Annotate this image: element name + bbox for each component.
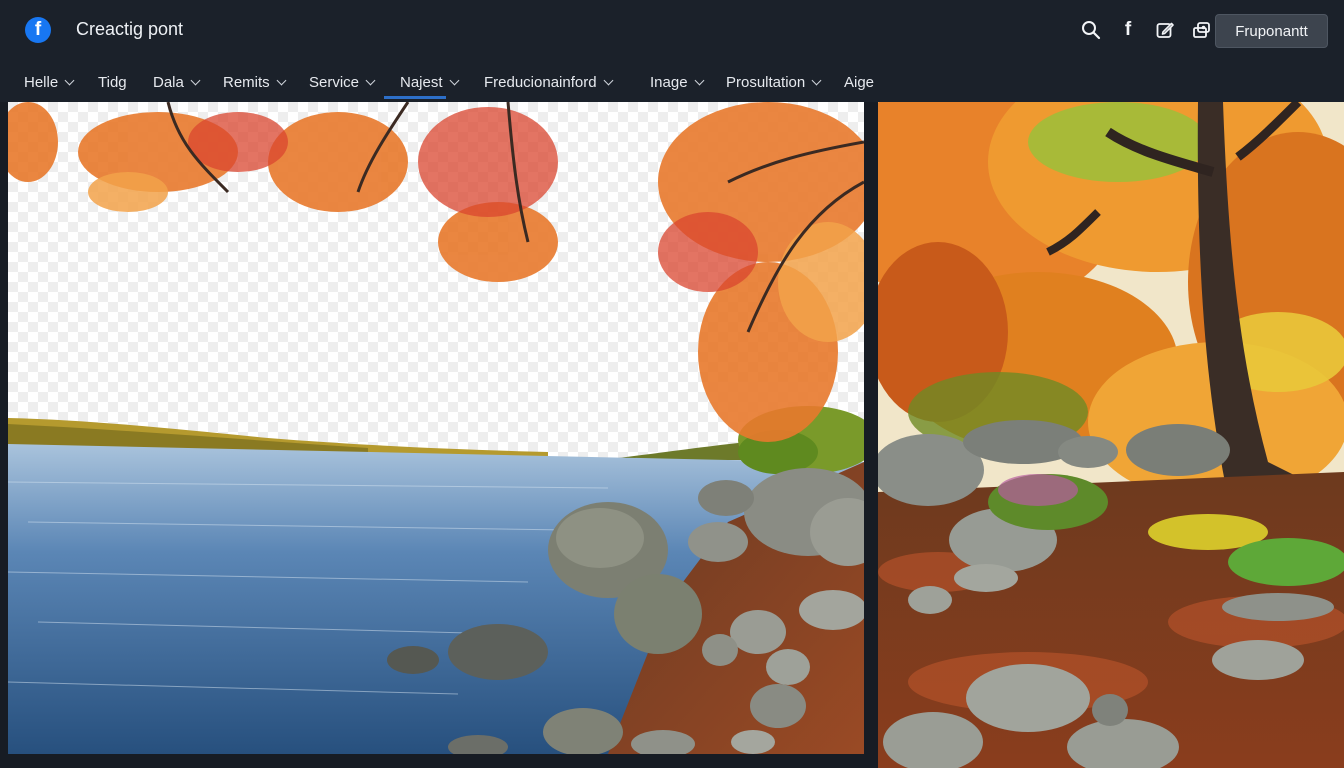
chevron-down-icon	[811, 75, 822, 85]
nav-label: Najest	[400, 73, 443, 91]
panel-divider	[864, 102, 878, 768]
nav-item-prosultation[interactable]: Prosultation	[726, 71, 822, 93]
nav-label: Prosultation	[726, 73, 806, 91]
nav-item-helle[interactable]: Helle	[24, 71, 75, 93]
nav-item-remits[interactable]: Remits	[223, 71, 287, 93]
nav-label: Dala	[153, 73, 184, 91]
active-tab-indicator	[384, 96, 446, 99]
nav-item-inage[interactable]: Inage	[650, 71, 704, 93]
image-panel-forest[interactable]	[878, 102, 1344, 768]
chevron-down-icon	[449, 75, 459, 85]
app-title: Creactig pont	[76, 19, 184, 39]
top-bar: f Creactig pont f Fruponantt	[0, 0, 1344, 60]
nav-item-tidg[interactable]: Tidg	[98, 71, 127, 93]
nav-item-dala[interactable]: Dala	[153, 71, 201, 93]
nav-label: Freducionainford	[484, 73, 597, 91]
chevron-down-icon	[64, 75, 75, 85]
bottom-strip	[0, 754, 878, 768]
chevron-down-icon	[190, 75, 201, 85]
chevron-down-icon	[276, 75, 287, 85]
chevron-down-icon	[603, 75, 614, 85]
search-icon[interactable]	[1079, 17, 1103, 43]
header-icons: f	[1079, 17, 1214, 43]
nav-label: Tidg	[98, 73, 127, 91]
main-nav: Helle Tidg Dala Remits Service Najest Fr…	[0, 60, 1344, 102]
facebook-icon[interactable]: f	[1116, 17, 1140, 43]
edit-icon[interactable]	[1153, 17, 1177, 43]
nav-item-najest[interactable]: Najest	[400, 71, 459, 93]
nav-item-aige[interactable]: Aige	[844, 71, 874, 93]
primary-action-button[interactable]: Fruponantt	[1215, 14, 1328, 48]
nav-item-service[interactable]: Service	[309, 71, 376, 93]
camera-icon[interactable]	[1190, 17, 1214, 43]
nav-label: Remits	[223, 73, 270, 91]
logo-letter: f	[34, 19, 42, 40]
chevron-down-icon	[694, 75, 704, 85]
nav-label: Inage	[650, 73, 688, 91]
nav-item-freducionainford[interactable]: Freducionainford	[484, 71, 614, 93]
image-panel-lake[interactable]	[8, 102, 864, 754]
nav-label: Helle	[24, 73, 59, 91]
lake-shore-image	[8, 102, 864, 754]
nav-label: Service	[309, 73, 360, 91]
autumn-forest-image	[878, 102, 1344, 768]
nav-label: Aige	[844, 73, 875, 91]
app-logo[interactable]: f	[25, 17, 51, 43]
chevron-down-icon	[365, 75, 376, 85]
